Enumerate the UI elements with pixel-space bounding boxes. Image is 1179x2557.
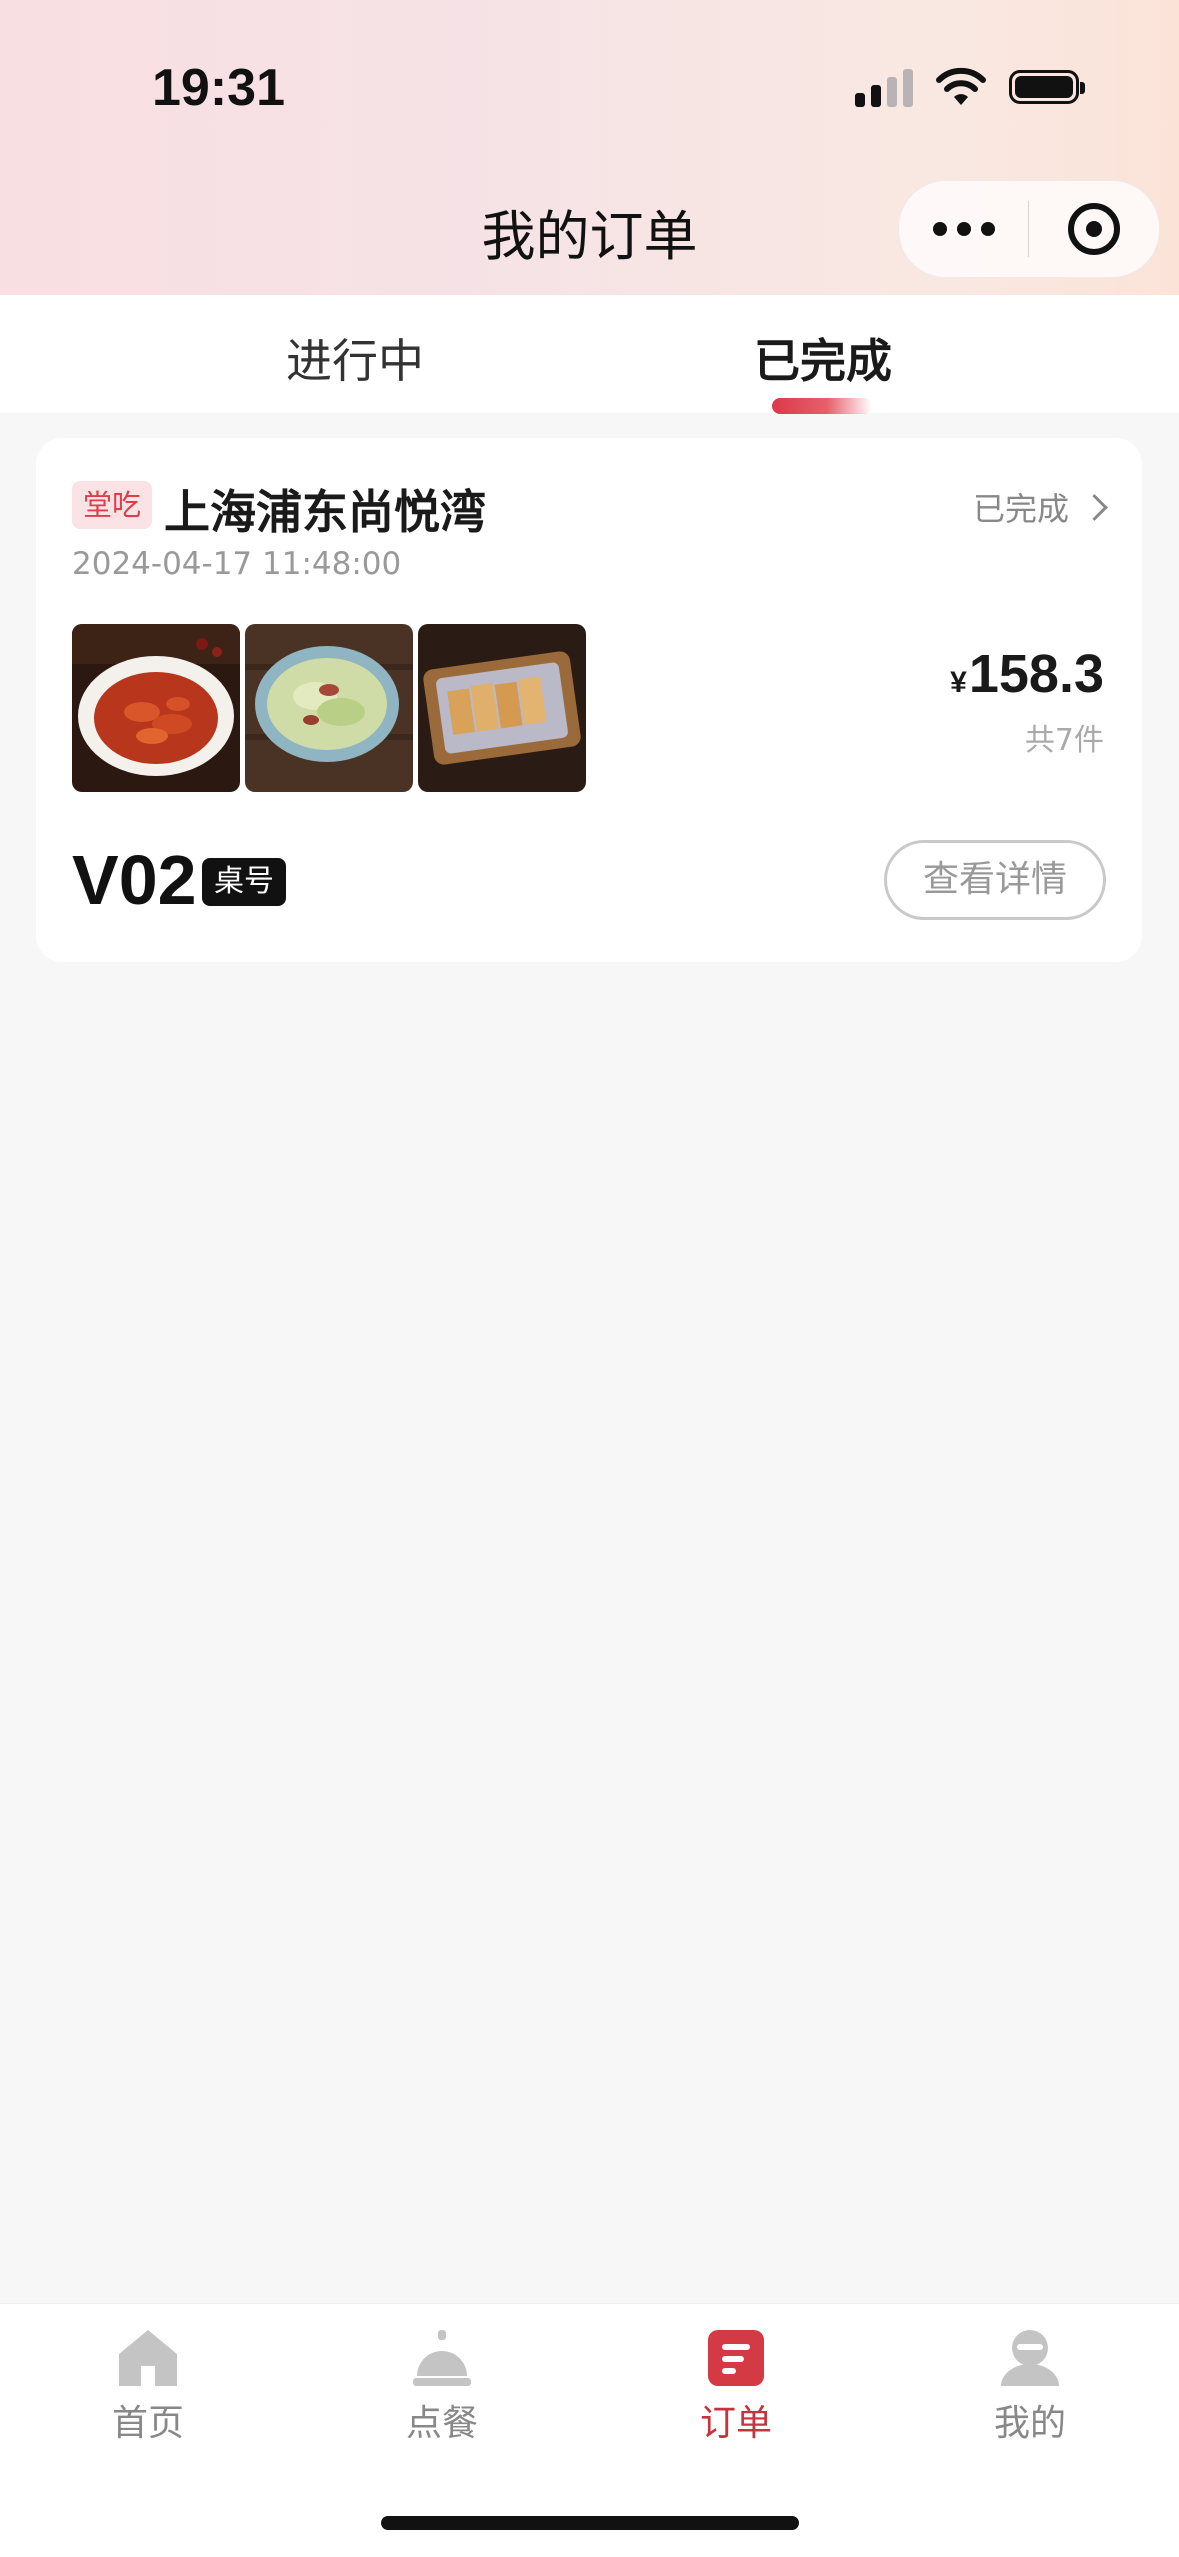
status-time: 19:31 <box>152 59 285 117</box>
tabbar-item-order-food[interactable]: 点餐 <box>342 2324 542 2446</box>
cellular-signal-icon <box>855 67 913 107</box>
active-tab-indicator <box>772 398 872 414</box>
order-tabs: 进行中 已完成 <box>0 295 1179 413</box>
dine-in-badge: 堂吃 <box>72 481 153 529</box>
tab-completed[interactable]: 已完成 <box>673 325 973 391</box>
home-icon <box>113 2324 183 2388</box>
chevron-right-icon <box>1081 493 1108 521</box>
table-tag: 桌号 <box>202 858 286 906</box>
tabbar-item-orders[interactable]: 订单 <box>636 2324 836 2446</box>
item-count: 共7件 <box>1024 723 1104 758</box>
order-doc-icon <box>701 2324 771 2388</box>
tabbar-label-order-food: 点餐 <box>405 2403 478 2444</box>
mini-program-capsule <box>898 180 1160 278</box>
order-status-label: 已完成 <box>972 490 1069 528</box>
view-details-button[interactable]: 查看详情 <box>884 840 1106 920</box>
header: 19:31 我的订单 <box>0 0 1179 295</box>
store-name: 上海浦东尚悦湾 <box>164 485 486 539</box>
order-status[interactable]: 已完成 <box>972 484 1108 530</box>
wifi-icon <box>936 67 986 105</box>
order-time: 2024-04-17 11:48:00 <box>72 546 402 582</box>
table-number: V02 <box>72 841 197 919</box>
more-dots-icon[interactable] <box>899 222 1028 236</box>
dish-cabbage-image <box>245 624 413 792</box>
battery-icon <box>1009 70 1085 104</box>
order-card[interactable]: 堂吃 上海浦东尚悦湾 已完成 2024-04-17 11:48:00 ¥158.… <box>36 438 1142 962</box>
service-bell-icon <box>407 2324 477 2388</box>
dish-fried-snack-image <box>418 624 586 792</box>
tabbar-label-orders: 订单 <box>699 2403 772 2444</box>
tabbar-item-home[interactable]: 首页 <box>48 2324 248 2446</box>
tabbar-label-home: 首页 <box>111 2403 184 2444</box>
home-indicator[interactable] <box>381 2516 799 2530</box>
status-icons <box>855 64 1085 110</box>
currency-symbol: ¥ <box>950 666 967 699</box>
dish-crayfish-image <box>72 624 240 792</box>
tabbar-label-mine: 我的 <box>993 2403 1066 2444</box>
user-icon <box>995 2324 1065 2388</box>
target-circle-icon[interactable] <box>1029 203 1158 255</box>
order-price: ¥158.3 <box>950 643 1104 705</box>
price-value: 158.3 <box>968 644 1104 704</box>
tab-in-progress[interactable]: 进行中 <box>205 325 505 391</box>
tabbar-item-mine[interactable]: 我的 <box>930 2324 1130 2446</box>
